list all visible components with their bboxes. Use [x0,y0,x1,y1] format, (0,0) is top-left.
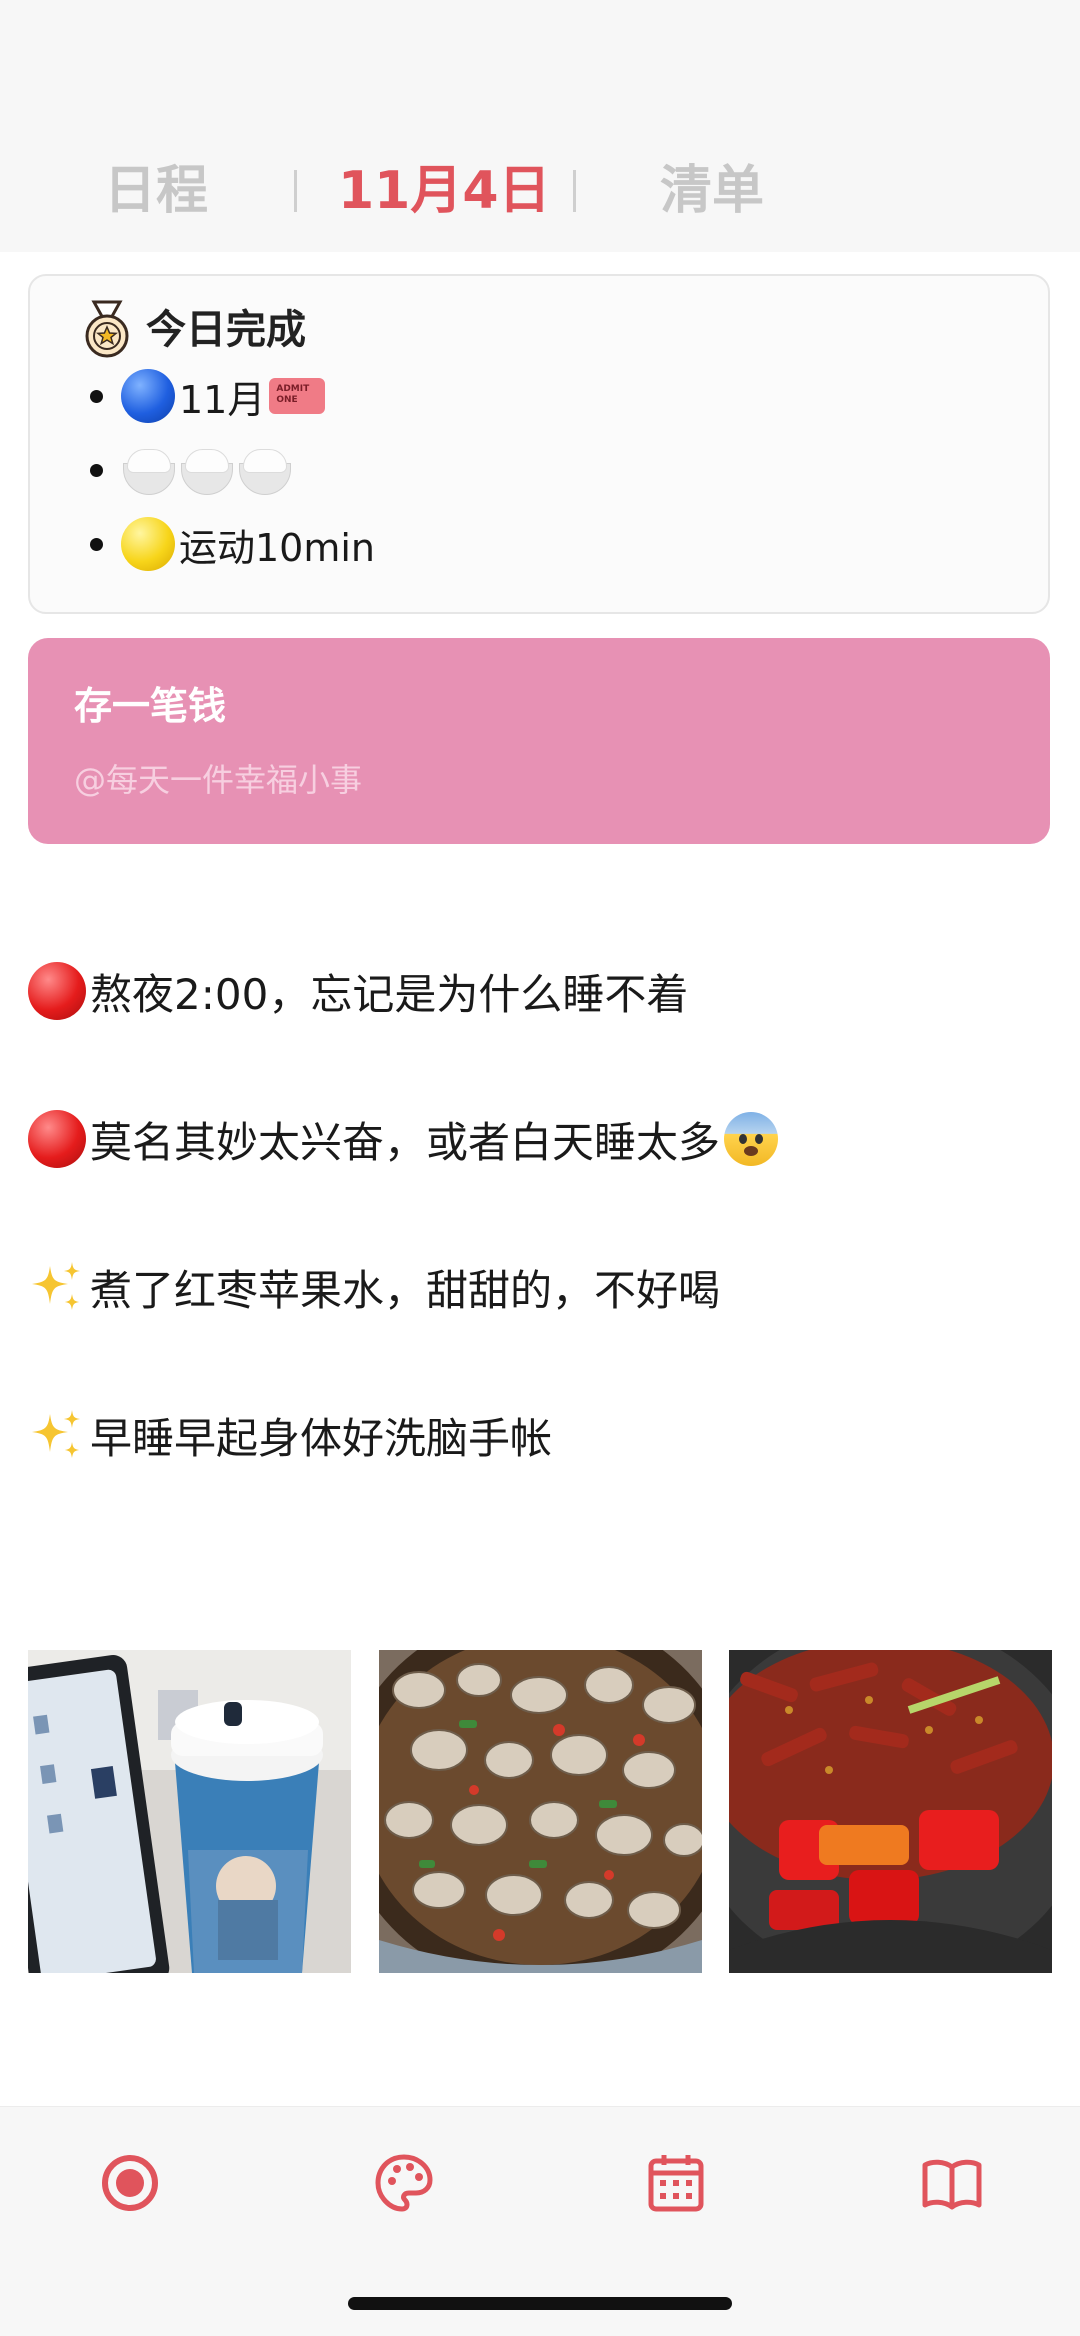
rice-bowl-icon [121,443,177,497]
calendar-icon[interactable] [644,2151,708,2215]
rice-bowl-icon [237,443,293,497]
medal-icon [80,300,134,360]
sparkles-icon [28,1406,86,1464]
photo-chili-wok[interactable] [729,1650,1052,1973]
sparkles-icon [28,1258,86,1316]
photo-tablet-and-drink[interactable] [28,1650,351,1973]
habit-card[interactable]: 存一笔钱 @每天一件幸福小事 [28,638,1050,844]
note-text: 煮了红枣苹果水，甜甜的，不好喝 [90,1265,721,1315]
today-done-card[interactable]: 今日完成 11月 ADMIT ONE 运动10min [28,274,1050,614]
tab-checklist[interactable]: 清单 [660,156,764,226]
home-indicator[interactable] [348,2297,732,2310]
note-line: 早睡早起身体好洗脑手帐 [28,1400,552,1470]
tab-schedule[interactable]: 日程 [104,156,208,226]
list-item: 运动10min [90,514,375,574]
yellow-circle-icon [121,517,175,571]
note-text: 熬夜2:00，忘记是为什么睡不着 [90,969,689,1019]
list-item-text: 运动10min [179,525,376,570]
note-line: 莫名其妙太兴奋，或者白天睡太多 [28,1104,779,1174]
habit-card-title: 存一笔钱 [74,684,227,728]
rice-bowl-icon [179,443,235,497]
top-tab-bar: 日程 11月4日 清单 [0,0,1080,252]
note-text: 早睡早起身体好洗脑手帐 [90,1413,553,1463]
blue-circle-icon [121,369,175,423]
photo-clams-dish[interactable] [379,1650,702,1973]
record-icon[interactable] [98,2151,162,2215]
red-circle-icon [28,962,86,1020]
note-line: 煮了红枣苹果水，甜甜的，不好喝 [28,1252,720,1322]
bullet-icon [90,537,103,551]
list-item [90,440,295,500]
tab-date[interactable]: 11月4日 [338,156,551,226]
note-line: 熬夜2:00，忘记是为什么睡不着 [28,956,688,1026]
note-text: 莫名其妙太兴奋，或者白天睡太多 [90,1117,721,1167]
bullet-icon [90,463,103,477]
red-circle-icon [28,1110,86,1168]
tab-divider [573,170,576,212]
book-icon[interactable] [920,2151,984,2215]
today-done-title: 今日完成 [146,307,306,353]
list-item-text: 11月 [179,377,266,422]
bullet-icon [90,389,103,403]
tab-divider [294,170,297,212]
ticket-icon: ADMIT ONE [269,378,326,414]
fearful-face-icon [724,1112,779,1166]
habit-card-subtitle: @每天一件幸福小事 [74,761,363,799]
list-item: 11月 ADMIT ONE [90,366,326,426]
palette-icon[interactable] [372,2151,436,2215]
